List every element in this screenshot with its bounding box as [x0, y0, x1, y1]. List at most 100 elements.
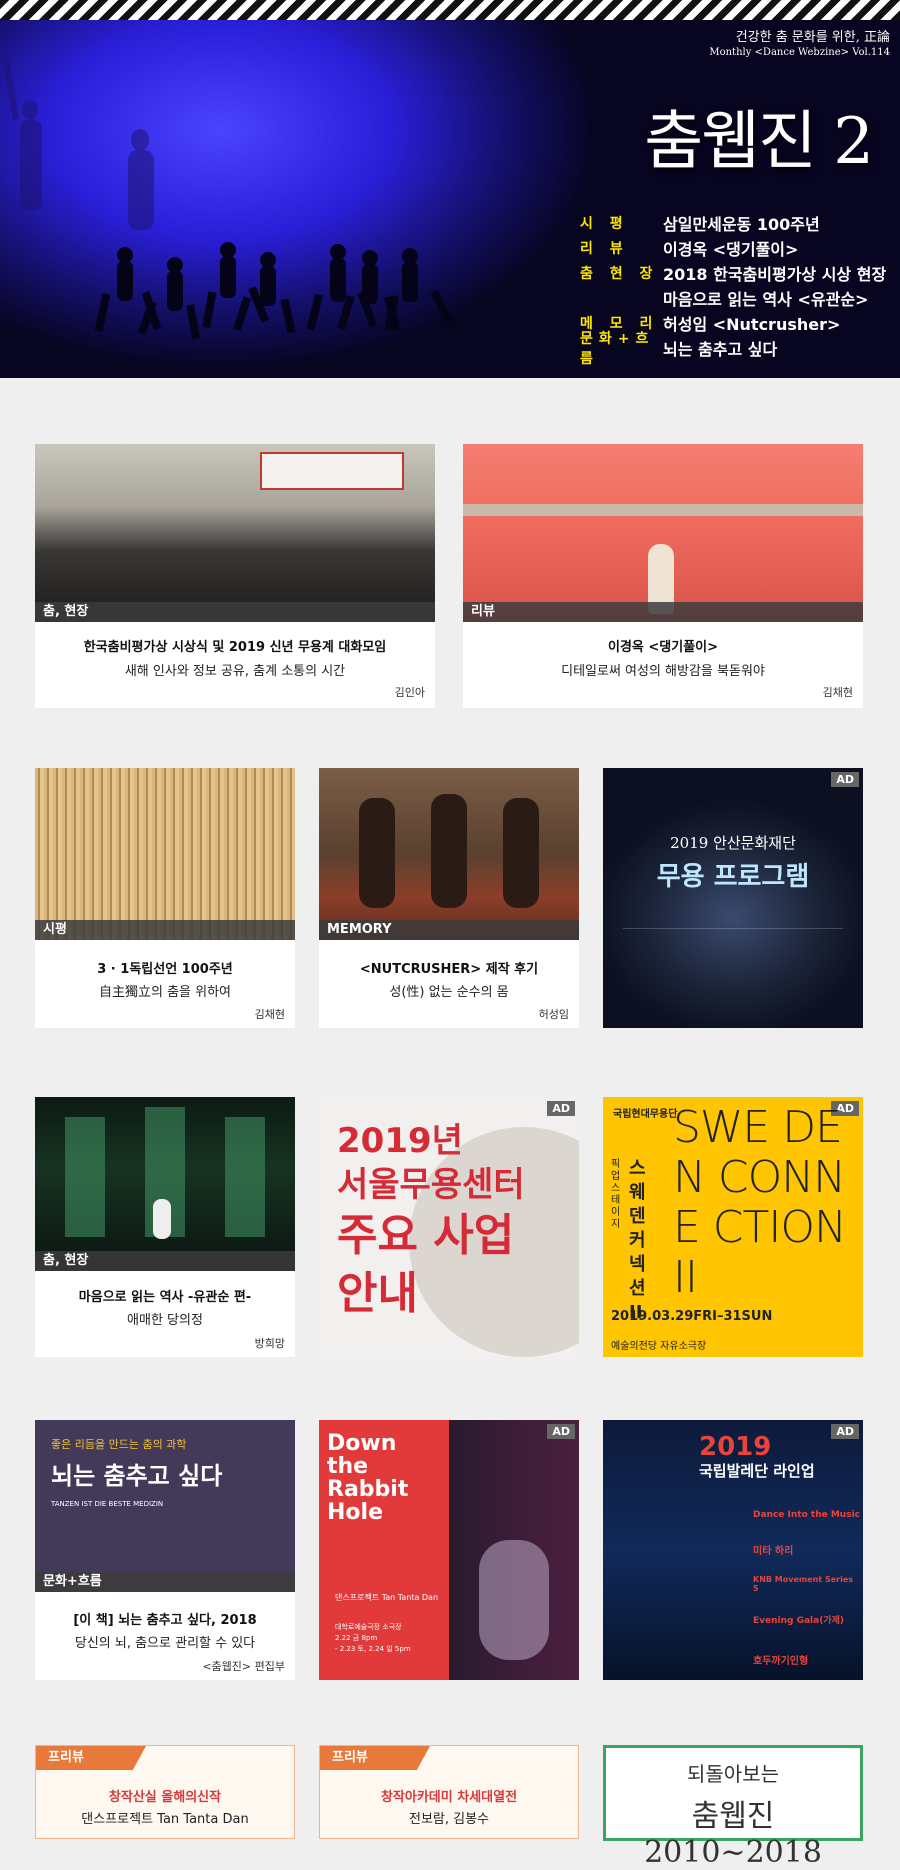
article-subtitle: 성(性) 없는 순수의 몸: [389, 985, 509, 1000]
ad-national-ballet-lineup[interactable]: AD 2019 국립발레단 라인업 Dance Into the Music 미…: [603, 1420, 863, 1680]
article-title: <NUTCRUSHER> 제작 후기: [359, 962, 539, 977]
ad-tag: AD: [547, 1424, 575, 1439]
ad-title: Down the Rabbit Hole: [327, 1431, 409, 1525]
preview-card[interactable]: 프리뷰 창작산실 올해의신작 댄스프로젝트 Tan Tanta Dan: [35, 1745, 295, 1839]
ad-heading: 2019년 서울무용센터 주요 사업 안내: [337, 1119, 525, 1323]
magazine-title: 춤웹진 2: [644, 105, 874, 179]
hero-issue: Monthly <Dance Webzine> Vol.114: [709, 47, 890, 58]
hero-banner: 건강한 춤 문화를 위한, 正論 Monthly <Dance Webzine>…: [0, 20, 900, 378]
toc-text: 2018 한국춤비평가상 시상 현장: [663, 264, 887, 284]
archive-line1: 되돌아보는: [687, 1762, 779, 1786]
article-thumbnail: [35, 768, 295, 940]
article-thumbnail: [35, 444, 435, 622]
ad-date: - 2.23 토, 2.24 일 5pm: [335, 1645, 411, 1653]
ad-line: 주요 사업: [337, 1210, 515, 1261]
ad-year: 2019: [699, 1432, 772, 1462]
article-author: 김인아: [394, 686, 425, 699]
category-badge: 문화+흐름: [35, 1572, 295, 1592]
article-card-editorial[interactable]: 시평 3 · 1독립선언 100주년 自主獨立의 춤을 위하여 김채현: [35, 768, 295, 1028]
article-thumbnail: 좋은 리듬을 만드는 춤의 과학 뇌는 춤추고 싶다 TANZEN IST DI…: [35, 1420, 295, 1592]
hero-tagline-block: 건강한 춤 문화를 위한, 正論 Monthly <Dance Webzine>…: [709, 26, 890, 58]
toc-item[interactable]: 문화+흐름 뇌는 춤추고 싶다: [580, 331, 886, 367]
projection-panel: [225, 1117, 265, 1237]
preview-title: 창작산실 올해의신작: [108, 1790, 222, 1805]
article-card-yu-gwansun[interactable]: 춤, 현장 마음으로 읽는 역사 -유관순 편- 애매한 당의정 방희망: [35, 1097, 295, 1357]
ad-down-the-rabbit-hole[interactable]: AD Down the Rabbit Hole 댄스프로젝트 Tan Tanta…: [319, 1420, 579, 1680]
article-thumbnail: [463, 444, 863, 622]
ad-figure: [479, 1540, 549, 1660]
toc-item[interactable]: 춤 현 장 2018 한국춤비평가상 시상 현장: [580, 260, 886, 285]
ad-side-label: 픽업스테이지: [611, 1159, 621, 1230]
preview-subtitle: 댄스프로젝트 Tan Tanta Dan: [81, 1812, 249, 1827]
ad-tag: AD: [547, 1101, 575, 1116]
dancers-image: [623, 928, 843, 999]
dancer-figure: [503, 798, 539, 908]
ad-tag: AD: [831, 1424, 859, 1439]
ad-item: Evening Gala(가제): [753, 1616, 844, 1626]
article-author: 김채현: [254, 1008, 285, 1021]
article-title: 한국춤비평가상 시상식 및 2019 신년 무용계 대화모임: [83, 640, 387, 655]
ad-venue: 예술의전당 자유소극장: [611, 1341, 707, 1352]
article-thumbnail: [319, 768, 579, 940]
preview-card[interactable]: 프리뷰 창작아카데미 차세대열전 전보람, 김봉수: [319, 1745, 579, 1839]
archive-line2: 춤웹진 2010~2018: [644, 1799, 822, 1870]
toc-text: 이경옥 <댕기풀이>: [663, 239, 799, 259]
toc-item[interactable]: 리 뷰 이경옥 <댕기풀이>: [580, 235, 886, 260]
article-card-memory[interactable]: MEMORY <NUTCRUSHER> 제작 후기 성(性) 없는 순수의 몸 …: [319, 768, 579, 1028]
article-subtitle: 디테일로써 여성의 해방감을 북돋워야: [561, 664, 765, 679]
toc-text: 삼일만세운동 100주년: [663, 214, 820, 234]
category-badge: 춤, 현장: [35, 1251, 295, 1271]
stage-ledge: [463, 504, 863, 516]
article-title: 마음으로 읽는 역사 -유관순 편-: [78, 1290, 252, 1305]
performer-figure: [153, 1199, 171, 1239]
toc-text: 허성임 <Nutcrusher>: [663, 314, 841, 334]
toc-label: 춤 현 장: [580, 265, 659, 282]
article-subtitle: 당신의 뇌, 춤으로 관리할 수 있다: [74, 1636, 256, 1651]
ad-date: 2.22 금 8pm: [335, 1634, 378, 1642]
toc-item[interactable]: 마음으로 읽는 역사 <유관순>: [580, 285, 886, 310]
article-title: 3 · 1독립선언 100주년: [97, 962, 233, 977]
ad-line: 서울무용센터: [337, 1165, 525, 1205]
preview-label: 프리뷰: [320, 1746, 430, 1770]
article-author: <춤웹진> 편집부: [202, 1660, 285, 1673]
preview-title: 창작아카데미 차세대열전: [380, 1790, 518, 1805]
preview-subtitle: 전보람, 김봉수: [408, 1812, 490, 1827]
table-of-contents: 시 평 삼일만세운동 100주년 리 뷰 이경옥 <댕기풀이> 춤 현 장 2018 …: [580, 210, 886, 367]
ad-seoul-dance-center[interactable]: AD 2019년 서울무용센터 주요 사업 안내: [319, 1097, 579, 1357]
article-author: 김채현: [822, 686, 853, 699]
ad-line: 2019년: [337, 1121, 463, 1161]
ad-venue: 대학로예술극장 소극장: [335, 1623, 402, 1631]
category-badge: 시평: [35, 920, 295, 940]
article-card-brain-book[interactable]: 좋은 리듬을 만드는 춤의 과학 뇌는 춤추고 싶다 TANZEN IST DI…: [35, 1420, 295, 1680]
thumb-sub: TANZEN IST DIE BESTE MEDIZIN: [51, 1500, 164, 1508]
ad-tag: AD: [831, 772, 859, 787]
article-subtitle: 애매한 당의정: [127, 1313, 203, 1328]
ad-korean-title: 스웨덴 커넥션 II: [629, 1158, 646, 1323]
ad-logo: 국립현대무용단: [613, 1109, 678, 1120]
toc-label: 리 뷰: [580, 240, 629, 257]
ad-title: 국립발레단 라인업: [699, 1462, 815, 1480]
preview-label: 프리뷰: [36, 1746, 146, 1770]
thumb-kicker: 좋은 리듬을 만드는 춤의 과학: [51, 1438, 187, 1451]
projection-panel: [65, 1117, 105, 1237]
article-author: 방희망: [254, 1337, 285, 1350]
category-badge: MEMORY: [319, 920, 579, 940]
article-author: 허성임: [538, 1008, 569, 1021]
ad-ansan-dance-program[interactable]: AD 2019 안산문화재단 무용 프로그램: [603, 768, 863, 1028]
article-card-award-ceremony[interactable]: 춤, 현장 한국춤비평가상 시상식 및 2019 신년 무용계 대화모임 새해 …: [35, 444, 435, 708]
ad-item: KNB Movement Series 5: [753, 1575, 854, 1593]
ad-company: 댄스프로젝트 Tan Tanta Dan: [335, 1593, 439, 1602]
article-subtitle: 새해 인사와 정보 공유, 춤계 소통의 시간: [124, 664, 346, 679]
top-stripe: [0, 0, 900, 20]
archive-link[interactable]: 되돌아보는 춤웹진 2010~2018: [603, 1745, 863, 1870]
toc-item[interactable]: 시 평 삼일만세운동 100주년: [580, 210, 886, 235]
ad-item: Dance Into the Music: [753, 1510, 860, 1520]
ad-sweden-connection[interactable]: AD 국립현대무용단 픽업스테이지 스웨덴 커넥션 II SWE DEN CON…: [603, 1097, 863, 1357]
dancers-silhouette-image: [2, 59, 452, 340]
article-subtitle: 自主獨立의 춤을 위하여: [98, 985, 232, 1000]
article-card-review[interactable]: 리뷰 이경옥 <댕기풀이> 디테일로써 여성의 해방감을 북돋워야 김채현: [463, 444, 863, 708]
article-title: 이경옥 <댕기풀이>: [607, 640, 719, 655]
ad-subtitle: 2019 안산문화재단: [670, 834, 796, 852]
thumb-title: 뇌는 춤추고 싶다: [51, 1462, 223, 1490]
ad-item: 미타 하리: [753, 1546, 794, 1557]
